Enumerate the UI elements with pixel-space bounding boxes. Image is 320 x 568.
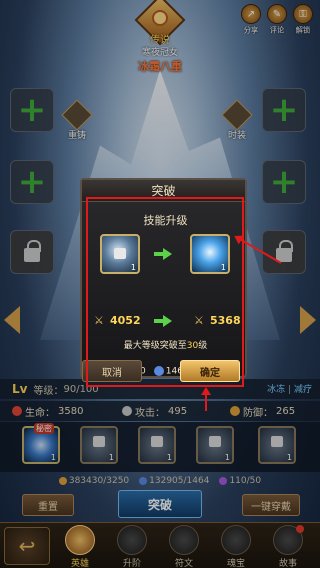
annotation-highlight-box [86,197,244,387]
annotation-arrow-icon [205,389,207,411]
